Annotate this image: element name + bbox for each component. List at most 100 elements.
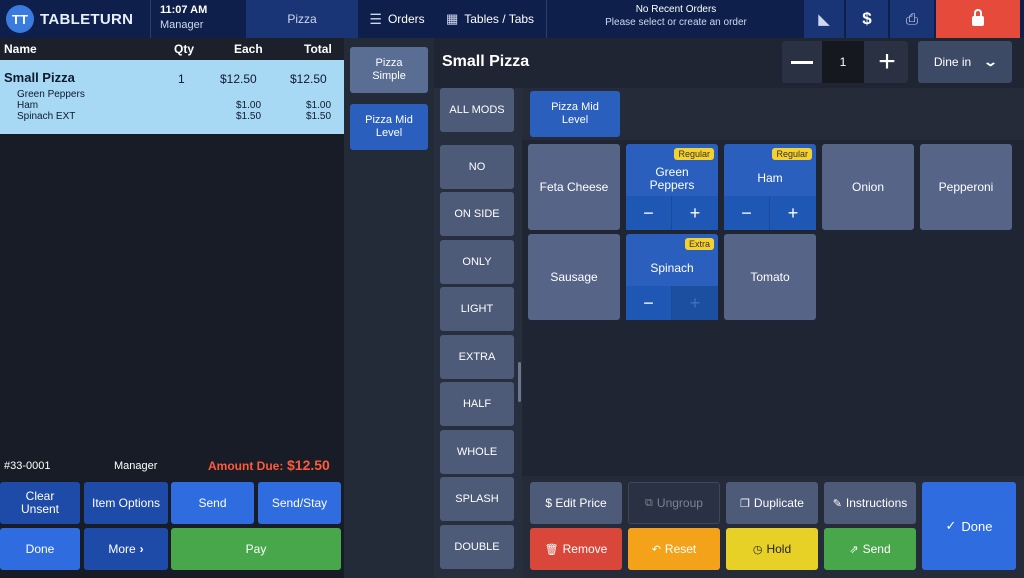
minus-button[interactable]: − (626, 196, 672, 230)
instructions-button[interactable]: ✎ Instructions (824, 482, 916, 524)
item-each: $12.50 (220, 72, 257, 86)
modifier-tomato[interactable]: Tomato (724, 234, 816, 320)
duplicate-button[interactable]: ❐ Duplicate (726, 482, 818, 524)
mod-type-label: LIGHT (460, 303, 494, 315)
item-qty: 1 (178, 72, 185, 86)
quantity-stepper[interactable]: 1 + (782, 41, 908, 83)
mod-type-label: ONLY (462, 256, 492, 268)
clock-time: 11:07 AM (160, 4, 208, 16)
edit-price-button[interactable]: $ Edit Price (530, 482, 622, 524)
minus-icon: − (643, 292, 654, 313)
cash-button[interactable]: $ (846, 0, 888, 38)
logo-icon: TT (6, 5, 34, 33)
reset-label: Reset (664, 542, 697, 556)
mod-type-label: ON SIDE (454, 208, 500, 220)
send-label: Send (198, 496, 227, 510)
send-stay-button[interactable]: Send/Stay (258, 482, 341, 524)
minus-icon: − (643, 202, 654, 223)
minus-button[interactable]: − (626, 286, 672, 320)
modifier-each: $1.00 (236, 100, 262, 111)
lock-icon (972, 9, 984, 26)
trash-icon: 🗑 (544, 543, 559, 556)
mod-type-double[interactable]: DOUBLE (440, 525, 514, 569)
mod-type-whole[interactable]: WHOLE (440, 430, 514, 474)
plus-icon: + (878, 45, 896, 78)
portion-badge: Regular (674, 148, 714, 160)
more-button[interactable]: More › (84, 528, 168, 570)
logo-text: TABLETURN (40, 10, 134, 28)
amount-due-value: $12.50 (287, 457, 330, 473)
mod-type-splash[interactable]: SPLASH (440, 477, 514, 521)
increment-button[interactable]: + (866, 41, 908, 83)
done-button[interactable]: Done (0, 528, 80, 570)
modifier-spinach[interactable]: Extra Spinach − + (626, 234, 718, 320)
menu-items-column: Pizza Simple Pizza Mid Level (344, 38, 434, 578)
plus-button[interactable]: + (672, 196, 718, 230)
send-stay-label: Send/Stay (271, 496, 328, 510)
ungroup-label: Ungroup (656, 496, 703, 510)
order-footer: #33-0001 Manager Amount Due: $12.50 (0, 456, 344, 478)
menu-item-label: Pizza Mid Level (365, 114, 413, 139)
send-item-button[interactable]: ⇗ Send (824, 528, 916, 570)
group-tab-label: Pizza Mid Level (551, 101, 599, 126)
menu-item-pizza-mid-level[interactable]: Pizza Mid Level (350, 104, 428, 150)
lock-button[interactable] (936, 0, 1020, 38)
minus-button[interactable]: − (724, 196, 770, 230)
modifier-green-peppers[interactable]: Regular Green Peppers − + (626, 144, 718, 230)
modifier-each: $1.50 (236, 111, 262, 122)
mod-type-only[interactable]: ONLY (440, 240, 514, 284)
portion-badge: Regular (772, 148, 812, 160)
send-button[interactable]: Send (171, 482, 254, 524)
mod-type-label: WHOLE (456, 446, 498, 458)
mod-type-label: SPLASH (455, 493, 499, 505)
menu-item-pizza-simple[interactable]: Pizza Simple (350, 47, 428, 93)
modifier-pepperoni[interactable]: Pepperoni (920, 144, 1012, 230)
modifier-label: Spinach (650, 261, 694, 275)
category-tab[interactable]: Pizza (246, 0, 358, 38)
item-options-button[interactable]: Item Options (84, 482, 168, 524)
modifier-sausage[interactable]: Sausage (528, 234, 620, 320)
mod-type-half[interactable]: HALF (440, 382, 514, 426)
done-item-button[interactable]: ✓ Done (922, 482, 1016, 570)
plus-button[interactable]: + (770, 196, 816, 230)
recent-orders-panel[interactable]: No Recent Orders Please select or create… (550, 4, 802, 34)
remove-button[interactable]: 🗑 Remove (530, 528, 622, 570)
scrollbar[interactable] (518, 362, 521, 402)
dine-mode-select[interactable]: Dine in ⌄ (918, 41, 1012, 83)
cash-drawer-button[interactable]: ◣ (804, 0, 844, 38)
mod-type-all-mods[interactable]: ALL MODS (440, 88, 514, 132)
order-item-row[interactable]: Small Pizza 1 $12.50 $12.50 Green Pepper… (0, 60, 344, 134)
tables-button[interactable]: ▦ Tables / Tabs (436, 0, 544, 38)
orders-button[interactable]: ☰ Orders (360, 0, 434, 38)
mod-type-on-side[interactable]: ON SIDE (440, 192, 514, 236)
mod-type-extra[interactable]: EXTRA (440, 335, 514, 379)
item-title: Small Pizza (442, 53, 530, 70)
plus-icon: + (689, 202, 701, 223)
check-icon: ✓ (945, 518, 957, 533)
external-link-icon: ⇗ (849, 543, 859, 556)
logo: TT TABLETURN (6, 5, 146, 33)
chevron-down-icon: ⌄ (983, 54, 999, 69)
item-name: Small Pizza (4, 70, 75, 85)
print-button[interactable]: ⎙ (890, 0, 934, 38)
hold-button[interactable]: ◷ Hold (726, 528, 818, 570)
group-tab-pizza-mid-level[interactable]: Pizza Mid Level (530, 91, 620, 137)
modifier-label: Green Peppers (649, 166, 695, 192)
clear-unsent-button[interactable]: Clear Unsent (0, 482, 80, 524)
modifier-line: Green Peppers (17, 89, 85, 100)
chevron-right-icon: › (139, 542, 144, 556)
modifier-onion[interactable]: Onion (822, 144, 914, 230)
header-total: Total (304, 42, 332, 56)
recent-orders-subtitle: Please select or create an order (605, 17, 747, 28)
decrement-button[interactable] (782, 41, 822, 83)
mod-type-light[interactable]: LIGHT (440, 287, 514, 331)
mod-type-label: DOUBLE (454, 541, 500, 553)
mod-type-no[interactable]: NO (440, 145, 514, 189)
quantity-value: 1 (822, 41, 864, 83)
modifier-ham[interactable]: Regular Ham − + (724, 144, 816, 230)
modifier-feta-cheese[interactable]: Feta Cheese (528, 144, 620, 230)
modifier-total: $1.50 (306, 111, 332, 122)
pay-button[interactable]: Pay (171, 528, 341, 570)
check-number: #33-0001 (4, 460, 51, 472)
reset-button[interactable]: ↶ Reset (628, 528, 720, 570)
